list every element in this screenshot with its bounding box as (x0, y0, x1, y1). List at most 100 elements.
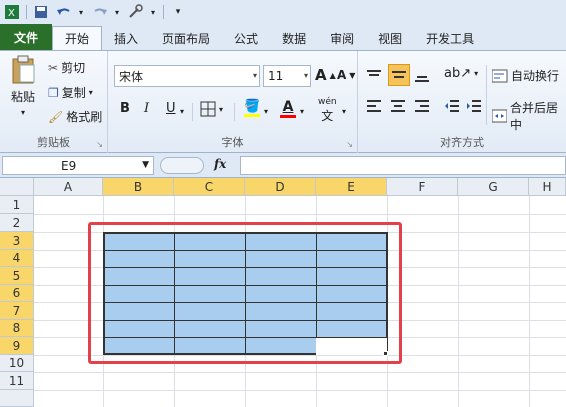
row-header-2[interactable]: 2 (0, 214, 34, 232)
align-center-button[interactable] (390, 99, 406, 113)
italic-button[interactable]: I (144, 101, 149, 116)
align-top-icon (367, 70, 381, 76)
select-all-corner[interactable] (0, 178, 34, 196)
orientation-button[interactable]: ab↗ ▾ (444, 66, 478, 81)
align-top-button[interactable] (366, 66, 386, 86)
tab-review[interactable]: 审阅 (318, 26, 366, 50)
shrink-font-label: A (337, 68, 347, 82)
chevron-down-icon[interactable]: ▾ (300, 107, 304, 116)
save-icon[interactable] (33, 4, 49, 20)
tab-home[interactable]: 开始 (52, 26, 103, 50)
copy-button[interactable]: ❐ 复制 ▾ (48, 84, 93, 101)
chevron-down-icon: ▾ (88, 88, 93, 97)
tab-formulas[interactable]: 公式 (222, 26, 270, 50)
column-header-d[interactable]: D (245, 178, 316, 196)
chevron-down-icon[interactable]: ▾ (113, 4, 121, 20)
phonetic-button[interactable]: wén 文 (318, 97, 337, 124)
row-header-9[interactable]: 9 (0, 337, 34, 355)
column-header-f[interactable]: F (387, 178, 458, 196)
fill-color-button[interactable]: 🪣 (244, 99, 260, 117)
chevron-down-icon: ▾ (252, 71, 257, 80)
chevron-down-icon[interactable]: ▾ (77, 4, 85, 20)
column-header-a[interactable]: A (34, 178, 103, 196)
row-header-11[interactable]: 11 (0, 372, 34, 390)
row-header-1[interactable]: 1 (0, 196, 34, 214)
formula-bar: E9 ▼ fx (0, 153, 566, 178)
insert-function-button[interactable]: fx (214, 157, 226, 171)
font-size-value: 11 (268, 69, 284, 83)
paste-button[interactable]: 粘贴 ▾ (6, 55, 40, 117)
tab-view[interactable]: 视图 (366, 26, 414, 50)
divider (486, 65, 487, 125)
clipboard-icon (12, 55, 35, 84)
column-header-c[interactable]: C (174, 178, 245, 196)
shrink-font-button[interactable]: A ▼ (337, 68, 355, 82)
chevron-down-icon[interactable]: ▾ (149, 4, 157, 20)
font-color-swatch (280, 115, 296, 118)
chevron-down-icon[interactable]: ▾ (342, 107, 346, 116)
column-header-h[interactable]: H (529, 178, 566, 196)
font-name-select[interactable]: 宋体 ▾ (114, 65, 260, 87)
borders-button[interactable]: ▾ (200, 101, 223, 117)
font-size-select[interactable]: 11 ▾ (263, 65, 311, 87)
tab-data[interactable]: 数据 (270, 26, 318, 50)
align-left-icon (367, 100, 381, 112)
row-header-12[interactable] (0, 390, 34, 407)
name-box[interactable]: E9 ▼ (2, 156, 154, 175)
formula-bar-expander[interactable] (160, 157, 204, 174)
underline-button[interactable]: U (166, 101, 176, 116)
customize-qat-icon[interactable]: ▾ (170, 4, 186, 20)
align-left-button[interactable] (366, 99, 382, 113)
column-header-b[interactable]: B (103, 178, 174, 196)
svg-text:X: X (8, 8, 15, 19)
align-right-button[interactable] (414, 99, 430, 113)
align-middle-button[interactable] (388, 64, 410, 86)
undo-icon[interactable] (55, 4, 71, 20)
grow-font-label: A (315, 66, 327, 84)
chevron-down-icon[interactable]: ▾ (180, 107, 184, 116)
tools-icon[interactable] (127, 4, 143, 20)
grow-font-button[interactable]: A ▲ (315, 66, 336, 84)
wrap-text-button[interactable]: 自动换行 (492, 67, 559, 84)
chevron-down-icon[interactable]: ▾ (264, 107, 268, 116)
decrease-indent-button[interactable] (444, 99, 460, 113)
row-header-4[interactable]: 4 (0, 250, 34, 267)
qat-separator (26, 5, 27, 19)
copy-label: 复制 (61, 86, 86, 100)
dialog-launcher-icon[interactable]: ↘ (346, 140, 353, 149)
merge-center-button[interactable]: 合并后居中 (492, 99, 566, 133)
cut-button[interactable]: ✂ 剪切 (48, 59, 85, 76)
column-header-g[interactable]: G (458, 178, 529, 196)
chevron-down-icon: ▾ (303, 71, 308, 80)
tab-insert[interactable]: 插入 (102, 26, 150, 50)
column-header-e[interactable]: E (316, 178, 387, 196)
quick-access-toolbar: X ▾ ▾ ▾ ▾ (0, 0, 566, 24)
orientation-icon: ab↗ (444, 66, 472, 81)
increase-indent-button[interactable] (466, 99, 482, 113)
caret-up-icon: ▲ (329, 70, 336, 80)
paste-label: 粘贴 (10, 90, 35, 104)
row-header-5[interactable]: 5 (0, 267, 34, 285)
redo-icon[interactable] (91, 4, 107, 20)
dialog-launcher-icon[interactable]: ↘ (96, 140, 103, 149)
formula-input[interactable] (240, 156, 566, 175)
tab-developer[interactable]: 开发工具 (414, 26, 486, 50)
bold-button[interactable]: B (120, 101, 130, 116)
paintbrush-icon: 🖌 (48, 109, 64, 124)
align-bottom-icon (415, 76, 429, 82)
format-painter-button[interactable]: 🖌 格式刷 (48, 108, 102, 125)
paint-bucket-icon: 🪣 (244, 99, 261, 114)
row-header-7[interactable]: 7 (0, 302, 34, 320)
row-header-6[interactable]: 6 (0, 285, 34, 302)
chevron-down-icon: ▾ (219, 104, 224, 114)
tab-file[interactable]: 文件 (0, 24, 52, 50)
increase-indent-icon (467, 100, 481, 112)
row-header-10[interactable]: 10 (0, 355, 34, 372)
phonetic-label: wén (318, 97, 337, 107)
alignment-group-label: 对齐方式 (440, 136, 484, 149)
row-header-8[interactable]: 8 (0, 320, 34, 337)
row-header-3[interactable]: 3 (0, 232, 34, 250)
font-color-button[interactable]: A (280, 99, 296, 118)
align-bottom-button[interactable] (414, 66, 434, 86)
tab-page-layout[interactable]: 页面布局 (150, 26, 222, 50)
